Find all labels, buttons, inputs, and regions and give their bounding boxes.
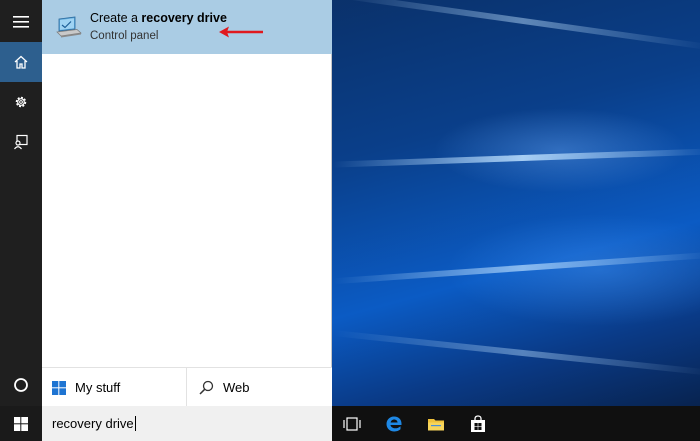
search-filter-row: My stuff Web (42, 367, 332, 407)
wallpaper-light-beam (334, 0, 700, 51)
annotation-arrow-icon (219, 26, 263, 38)
start-button[interactable] (0, 406, 42, 441)
wallpaper-light-beam (333, 330, 700, 376)
task-view-button[interactable] (331, 406, 373, 441)
hamburger-menu-icon (13, 16, 29, 28)
wallpaper-light-beam (333, 148, 700, 168)
file-explorer-button[interactable] (415, 406, 457, 441)
my-stuff-filter-button[interactable]: My stuff (42, 368, 187, 407)
web-filter-button[interactable]: Web (187, 368, 332, 407)
result-title-bold: recovery drive (141, 11, 227, 25)
home-button[interactable] (0, 42, 42, 82)
result-title-prefix: Create a (90, 11, 142, 25)
cortana-circle-icon (14, 378, 28, 392)
feedback-icon (14, 134, 28, 150)
windows-logo-icon (52, 380, 66, 395)
taskbar: recovery drive (0, 406, 700, 441)
file-explorer-icon (428, 418, 444, 430)
feedback-button[interactable] (0, 122, 42, 162)
settings-button[interactable] (0, 82, 42, 122)
start-menu-rail (0, 0, 42, 406)
my-stuff-label: My stuff (75, 380, 121, 395)
store-icon (471, 414, 485, 432)
result-subtitle: Control panel (90, 30, 159, 42)
result-create-recovery-drive[interactable]: Create a recovery drive Control panel (42, 0, 332, 54)
recovery-drive-icon (48, 0, 90, 54)
result-title: Create a recovery drive (90, 10, 227, 26)
search-magnifier-icon (199, 380, 214, 395)
windows-start-icon (14, 416, 28, 431)
home-icon (14, 55, 28, 69)
taskbar-search-input[interactable]: recovery drive (42, 406, 332, 441)
edge-browser-button[interactable] (373, 406, 415, 441)
task-view-icon (343, 416, 361, 431)
cortana-button[interactable] (0, 365, 42, 405)
text-caret (134, 416, 136, 431)
hamburger-menu-button[interactable] (0, 2, 42, 42)
edge-browser-icon (386, 416, 402, 431)
search-results-panel: Create a recovery drive Control panel My… (42, 0, 332, 407)
settings-gear-icon (15, 96, 27, 108)
web-label: Web (223, 380, 250, 395)
search-input-value: recovery drive (52, 416, 134, 431)
store-button[interactable] (457, 406, 499, 441)
wallpaper-light-beam (333, 251, 700, 285)
